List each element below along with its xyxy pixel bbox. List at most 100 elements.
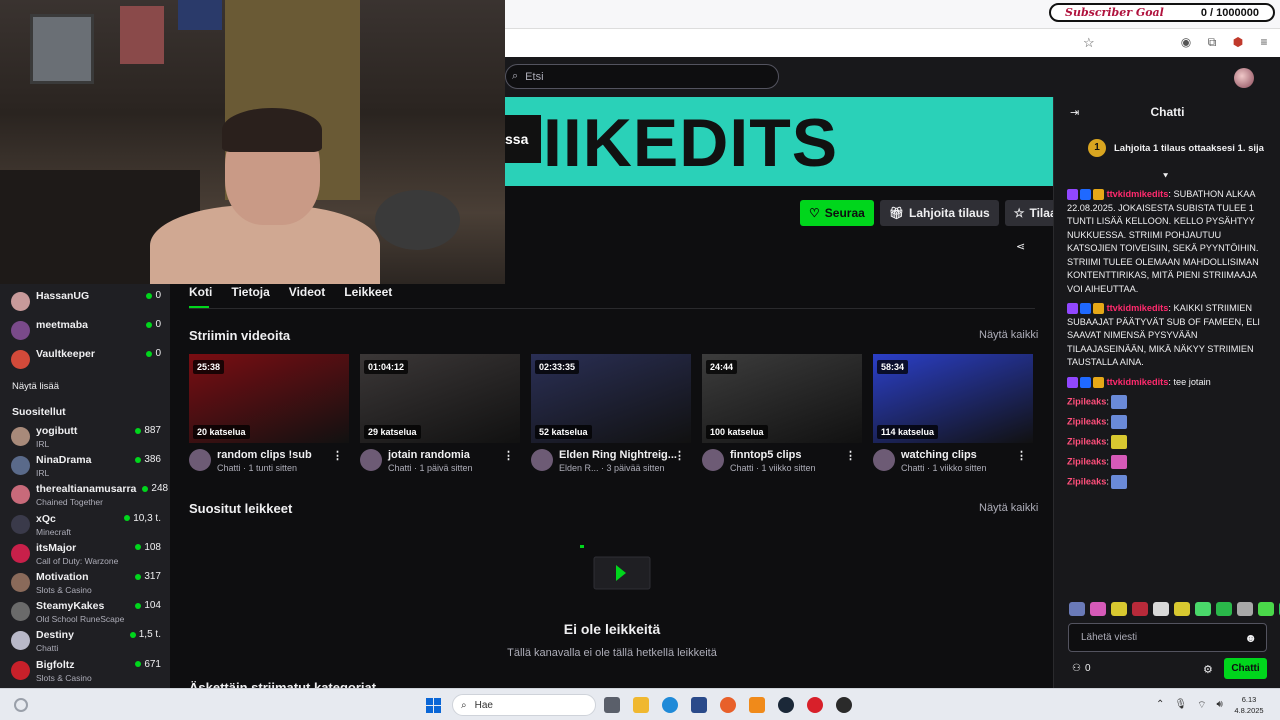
follow-button[interactable]: ♡ Seuraa	[800, 200, 874, 226]
taskbar-clock[interactable]: 6.13 4.8.2025	[1224, 694, 1274, 716]
firefox-icon[interactable]	[720, 697, 736, 713]
chat-username[interactable]: ttvkidmikedits	[1107, 303, 1169, 313]
video-title[interactable]: Elden Ring Nightreig...	[559, 449, 677, 461]
menu-icon[interactable]: ≡	[1258, 36, 1270, 48]
tab-home[interactable]: Koti	[189, 285, 212, 299]
emote-icon[interactable]	[1090, 602, 1106, 616]
sidebar-channel[interactable]: therealtianamusarra Chained Together 248	[11, 483, 168, 509]
video-card[interactable]: 01:04:12 29 katselua jotain randomia Chatti…	[360, 354, 520, 473]
tab-about[interactable]: Tietoja	[231, 285, 269, 299]
video-meta: finntop5 clips Chatti · 1 viikko sitten ⋮	[702, 449, 862, 473]
emote-picker-icon[interactable]: ☻	[1244, 631, 1257, 645]
channel-avatar[interactable]	[531, 449, 553, 471]
search-input[interactable]: ⌕ Etsi	[505, 64, 779, 89]
extensions-icon[interactable]: ⧉	[1206, 36, 1218, 48]
more-options-icon[interactable]: ⋮	[1016, 449, 1027, 462]
bookmark-star-icon[interactable]: ☆	[1083, 35, 1095, 51]
gift-leaderboard-promo[interactable]: 1 Lahjoita 1 tilaus ottaaksesi 1. sija	[1088, 139, 1264, 157]
file-explorer-icon[interactable]	[633, 697, 649, 713]
show-more-link[interactable]: Näytä lisää	[12, 381, 59, 392]
chat-username[interactable]: ttvkidmikedits	[1107, 189, 1169, 199]
microphone-icon[interactable]: 🎙︎	[1174, 699, 1187, 712]
emote-icon[interactable]	[1153, 602, 1169, 616]
sidebar-channel[interactable]: NinaDrama IRL 386	[11, 454, 161, 480]
chat-settings-gear-icon[interactable]: ⚙	[1203, 663, 1213, 676]
video-card[interactable]: 24:44 100 katselua finntop5 clips Chatti · …	[702, 354, 862, 473]
vlc-icon[interactable]	[749, 697, 765, 713]
more-options-icon[interactable]: ⋮	[503, 449, 514, 462]
sidebar-channel[interactable]: meetmaba 0	[11, 319, 161, 345]
recent-categories-title: Äskettäin striimatut kategoriat	[189, 680, 377, 688]
start-button[interactable]	[426, 698, 441, 713]
emote-icon[interactable]	[1195, 602, 1211, 616]
shield-extension-icon[interactable]: ⬢	[1232, 36, 1244, 48]
video-thumbnail[interactable]: 24:44 100 katselua	[702, 354, 862, 443]
chat-username[interactable]: Zipileaks	[1067, 476, 1106, 486]
chat-username[interactable]: ttvkidmikedits	[1107, 377, 1169, 387]
video-title[interactable]: jotain randomia	[388, 449, 473, 461]
network-icon[interactable]: ⌔	[1197, 699, 1206, 712]
video-thumbnail[interactable]: 01:04:12 29 katselua	[360, 354, 520, 443]
channel-points[interactable]: ⚇ 0	[1072, 663, 1091, 674]
video-card[interactable]: 58:34 114 katselua watching clips Chatti · …	[873, 354, 1033, 473]
sidebar-channel[interactable]: HassanUG 0	[11, 290, 161, 316]
edge-browser-icon[interactable]	[662, 697, 678, 713]
obs-icon[interactable]	[836, 697, 852, 713]
video-thumbnail[interactable]: 25:38 20 katselua	[189, 354, 349, 443]
chat-message-input[interactable]: Lähetä viesti ☻	[1068, 623, 1267, 652]
chevron-up-icon[interactable]: ⌃	[1156, 699, 1164, 712]
opera-icon[interactable]	[807, 697, 823, 713]
steam-icon[interactable]	[778, 697, 794, 713]
video-thumbnail[interactable]: 58:34 114 katselua	[873, 354, 1033, 443]
video-card[interactable]: 02:33:35 52 katselua Elden Ring Nightreig.…	[531, 354, 691, 473]
chat-username[interactable]: Zipileaks	[1067, 456, 1106, 466]
chat-username[interactable]: Zipileaks	[1067, 436, 1106, 446]
see-all-clips-link[interactable]: Näytä kaikki	[979, 502, 1038, 514]
sidebar-channel[interactable]: yogibutt IRL 887	[11, 425, 161, 451]
more-options-icon[interactable]: ⋮	[674, 449, 685, 462]
address-bar[interactable]	[505, 28, 1280, 57]
widgets-icon[interactable]	[14, 698, 28, 712]
tab-clips[interactable]: Leikkeet	[344, 285, 392, 299]
emote-icon[interactable]	[1237, 602, 1253, 616]
account-icon[interactable]: ◉	[1180, 36, 1192, 48]
sidebar-channel[interactable]: SteamyKakes Old School RuneScape 104	[11, 600, 161, 626]
emote-icon[interactable]	[1258, 602, 1274, 616]
video-card[interactable]: 25:38 20 katselua random clips !sub Chatti …	[189, 354, 349, 473]
user-avatar[interactable]	[1234, 68, 1254, 88]
sidebar-channel[interactable]: itsMajor Call of Duty: Warzone 108	[11, 542, 161, 568]
task-view-icon[interactable]	[604, 697, 620, 713]
see-all-videos-link[interactable]: Näytä kaikki	[979, 329, 1038, 341]
video-title[interactable]: random clips !sub	[217, 449, 312, 461]
taskbar-search[interactable]: ⌕ Hae	[452, 694, 596, 716]
chat-username[interactable]: Zipileaks	[1067, 396, 1106, 406]
emote-icon[interactable]	[1216, 602, 1232, 616]
channel-avatar[interactable]	[189, 449, 211, 471]
share-icon[interactable]: ⋖	[1016, 240, 1025, 253]
channel-avatar[interactable]	[702, 449, 724, 471]
emote-icon[interactable]	[1111, 602, 1127, 616]
more-options-icon[interactable]: ⋮	[332, 449, 343, 462]
more-options-icon[interactable]: ⋮	[845, 449, 856, 462]
chat-username[interactable]: Zipileaks	[1067, 416, 1106, 426]
gift-sub-button[interactable]: 🎁︎ Lahjoita tilaus	[879, 200, 999, 226]
sidebar-channel[interactable]: Destiny Chatti 1,5 t.	[11, 629, 161, 655]
chat-send-button[interactable]: Chatti	[1224, 658, 1267, 679]
volume-icon[interactable]: 🔊︎	[1217, 699, 1223, 712]
collapse-chat-icon[interactable]: ⇥	[1070, 106, 1079, 119]
emote-icon[interactable]	[1174, 602, 1190, 616]
video-thumbnail[interactable]: 02:33:35 52 katselua	[531, 354, 691, 443]
video-title[interactable]: finntop5 clips	[730, 449, 816, 461]
tab-videos[interactable]: Videot	[289, 285, 325, 299]
channel-avatar[interactable]	[360, 449, 382, 471]
video-title[interactable]: watching clips	[901, 449, 987, 461]
store-icon[interactable]	[691, 697, 707, 713]
emote-icon[interactable]	[1069, 602, 1085, 616]
sidebar-channel[interactable]: Motivation Slots & Casino 317	[11, 571, 161, 597]
channel-avatar[interactable]	[873, 449, 895, 471]
sidebar-channel[interactable]: Bigfoltz Slots & Casino 671	[11, 659, 161, 685]
emote-icon[interactable]	[1132, 602, 1148, 616]
sidebar-channel[interactable]: xQc Minecraft 10,3 t.	[11, 513, 161, 539]
pinned-dropdown-icon[interactable]: ⯆	[1162, 171, 1169, 182]
sidebar-channel[interactable]: Vaultkeeper 0	[11, 348, 161, 374]
